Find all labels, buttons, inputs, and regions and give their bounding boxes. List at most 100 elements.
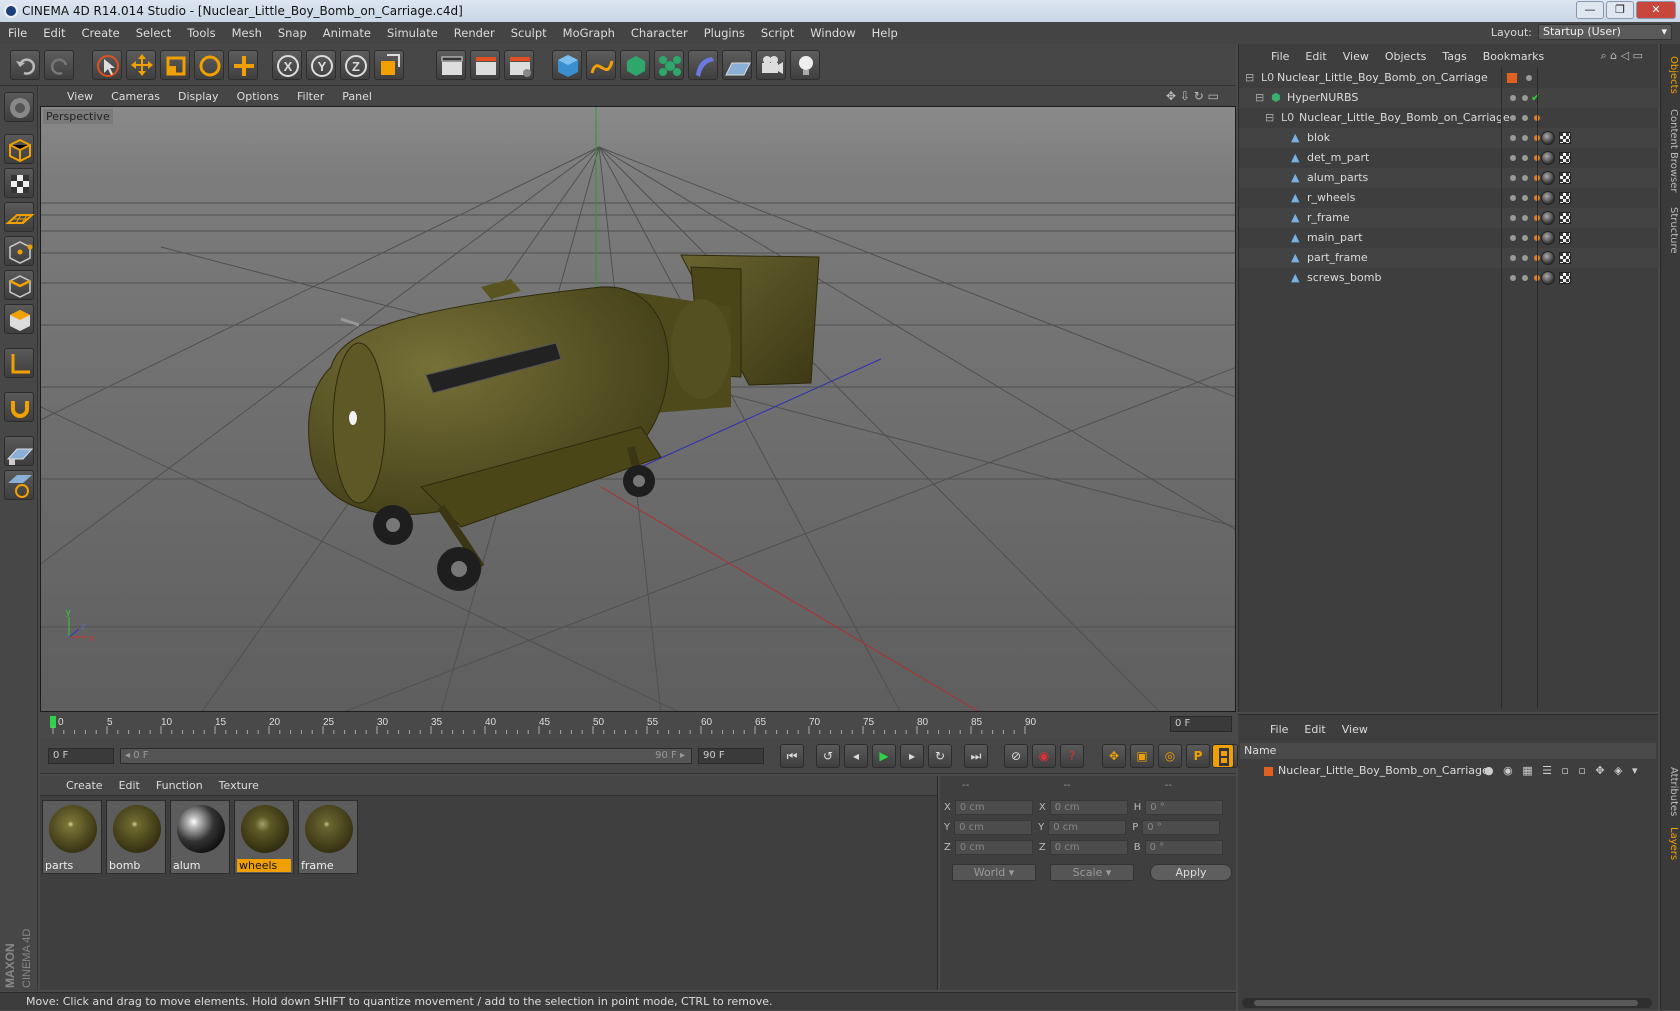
layer-flag-icons[interactable]: ● ◉ ▦ ☰ ▫ ▫ ✥ ◈ ▾ bbox=[1484, 761, 1641, 781]
workplane-mode-button[interactable] bbox=[4, 202, 35, 232]
material-tag-icon[interactable] bbox=[1541, 148, 1571, 168]
timeline-ticks[interactable]: 0 5 10 15 20 25 30 35 40 45 50 55 60 65 70 75 80 85 90 bbox=[40, 714, 1170, 736]
viewport-menu-filter[interactable]: Filter bbox=[288, 90, 333, 103]
key-rotation-button[interactable]: ◎ bbox=[1158, 744, 1182, 768]
object-menu-file[interactable]: File bbox=[1263, 50, 1297, 63]
light-button[interactable] bbox=[790, 50, 820, 80]
workplane-lock-button[interactable] bbox=[4, 470, 34, 500]
render-picture-viewer-button[interactable] bbox=[470, 50, 500, 80]
make-editable-button[interactable] bbox=[4, 92, 34, 122]
timeline-window-button[interactable] bbox=[1212, 744, 1234, 768]
menu-plugins[interactable]: Plugins bbox=[696, 26, 753, 40]
rotation-p-field[interactable]: 0 ° bbox=[1142, 820, 1221, 835]
object-row[interactable]: ▲ det_m_part bbox=[1239, 148, 1659, 168]
frame-range-slider[interactable]: ◂ 0 F 90 F ▸ bbox=[120, 748, 692, 764]
coordinate-space-dropdown[interactable]: World ▾ bbox=[952, 864, 1036, 881]
material-tag-icon[interactable] bbox=[1541, 248, 1571, 268]
viewport-scene[interactable]: y xz bbox=[41, 107, 1236, 712]
snap-grid-button[interactable] bbox=[4, 436, 34, 466]
visibility-dots[interactable] bbox=[1523, 68, 1535, 88]
camera-button[interactable] bbox=[756, 50, 786, 80]
material-swatch-wheels[interactable]: wheels bbox=[234, 800, 294, 874]
record-key-button[interactable]: ⊘ bbox=[1004, 744, 1028, 768]
object-row[interactable]: ▲ blok bbox=[1239, 128, 1659, 148]
size-mode-dropdown[interactable]: Scale ▾ bbox=[1050, 864, 1134, 881]
next-frame-button[interactable]: ▸ bbox=[900, 744, 924, 768]
menu-sculpt[interactable]: Sculpt bbox=[503, 26, 555, 40]
maximize-button[interactable]: ❐ bbox=[1606, 1, 1634, 19]
tree-collapse-icon[interactable]: ⊟ bbox=[1255, 88, 1264, 108]
tab-content-browser[interactable]: Content Browser bbox=[1663, 106, 1679, 196]
next-key-button[interactable]: ↻ bbox=[928, 744, 952, 768]
layer-horizontal-scrollbar[interactable] bbox=[1242, 998, 1652, 1008]
render-view-button[interactable] bbox=[436, 50, 466, 80]
rotation-h-field[interactable]: 0 ° bbox=[1145, 800, 1224, 815]
object-menu-bookmarks[interactable]: Bookmarks bbox=[1475, 50, 1552, 63]
magnet-button[interactable] bbox=[4, 392, 34, 422]
3d-viewport[interactable]: y xz Perspective bbox=[40, 106, 1236, 712]
coordinate-system-button[interactable] bbox=[374, 50, 404, 80]
tab-layers[interactable]: Layers bbox=[1663, 824, 1679, 864]
material-tag-icon[interactable] bbox=[1541, 168, 1571, 188]
viewport-nav-icons[interactable]: ✥ ⇩ ↻ ▭ bbox=[1157, 89, 1228, 103]
material-tag-icon[interactable] bbox=[1541, 188, 1571, 208]
column-divider[interactable] bbox=[1537, 68, 1538, 708]
material-tag-icon[interactable] bbox=[1541, 268, 1571, 288]
tab-structure[interactable]: Structure bbox=[1663, 200, 1679, 260]
array-button[interactable] bbox=[654, 50, 684, 80]
layer-menu-file[interactable]: File bbox=[1262, 723, 1296, 736]
position-x-field[interactable]: 0 cm bbox=[954, 800, 1033, 815]
menu-mesh[interactable]: Mesh bbox=[224, 26, 270, 40]
material-menu-create[interactable]: Create bbox=[58, 779, 111, 792]
visibility-dots[interactable] bbox=[1507, 88, 1531, 108]
object-row[interactable]: ▲ part_frame bbox=[1239, 248, 1659, 268]
material-swatch-frame[interactable]: frame bbox=[298, 800, 358, 874]
object-toolbar-icons[interactable]: ⌕ ⌂ ◁ ▭ bbox=[1593, 49, 1652, 63]
y-axis-lock-button[interactable]: Y bbox=[306, 50, 336, 80]
deformer-button[interactable] bbox=[688, 50, 718, 80]
object-row[interactable]: ▲ main_part bbox=[1239, 228, 1659, 248]
material-swatch-bomb[interactable]: bomb bbox=[106, 800, 166, 874]
go-to-end-button[interactable]: ⏭ bbox=[964, 744, 988, 768]
keyframe-selection-button[interactable]: ? bbox=[1060, 744, 1084, 768]
current-frame-field[interactable]: 0 F bbox=[1170, 716, 1232, 732]
object-row[interactable]: ⊟ L0 Nuclear_Little_Boy_Bomb_on_Carriage bbox=[1239, 108, 1659, 128]
tab-attributes[interactable]: Attributes bbox=[1663, 764, 1679, 820]
material-tag-icon[interactable] bbox=[1541, 228, 1571, 248]
column-divider[interactable] bbox=[1501, 68, 1502, 708]
menu-help[interactable]: Help bbox=[864, 26, 906, 40]
menu-create[interactable]: Create bbox=[74, 26, 128, 40]
menu-animate[interactable]: Animate bbox=[315, 26, 379, 40]
position-y-field[interactable]: 0 cm bbox=[954, 820, 1033, 835]
object-menu-objects[interactable]: Objects bbox=[1377, 50, 1435, 63]
environment-button[interactable] bbox=[722, 50, 752, 80]
x-axis-lock-button[interactable]: X bbox=[272, 50, 302, 80]
menu-tools[interactable]: Tools bbox=[179, 26, 223, 40]
menu-file[interactable]: File bbox=[0, 26, 35, 40]
apply-button[interactable]: Apply bbox=[1150, 864, 1232, 881]
size-z-field[interactable]: 0 cm bbox=[1049, 840, 1128, 855]
cube-primitive-button[interactable] bbox=[552, 50, 582, 80]
menu-simulate[interactable]: Simulate bbox=[379, 26, 446, 40]
start-frame-field[interactable]: 0 F bbox=[48, 748, 114, 764]
object-menu-edit[interactable]: Edit bbox=[1297, 50, 1334, 63]
object-row[interactable]: ⊟ ⬢ HyperNURBS ✔ bbox=[1239, 88, 1659, 108]
tab-objects[interactable]: Objects bbox=[1663, 50, 1679, 100]
nurbs-button[interactable] bbox=[620, 50, 650, 80]
timeline-ruler[interactable]: 0 5 10 15 20 25 30 35 40 45 50 55 60 65 70 75 80 85 90 0 F bbox=[40, 714, 1236, 736]
spline-button[interactable] bbox=[586, 50, 616, 80]
viewport-menu-options[interactable]: Options bbox=[228, 90, 288, 103]
size-x-field[interactable]: 0 cm bbox=[1049, 800, 1128, 815]
key-parameter-button[interactable]: P bbox=[1186, 744, 1210, 768]
rotation-b-field[interactable]: 0 ° bbox=[1144, 840, 1223, 855]
layer-row[interactable]: Nuclear_Little_Boy_Bomb_on_Carriage ● ◉ … bbox=[1238, 761, 1658, 781]
autokey-button[interactable]: ◉ bbox=[1032, 744, 1056, 768]
prev-key-button[interactable]: ↺ bbox=[816, 744, 840, 768]
edges-mode-button[interactable] bbox=[4, 270, 34, 300]
recent-tool-button[interactable] bbox=[228, 50, 258, 80]
position-z-field[interactable]: 0 cm bbox=[954, 840, 1033, 855]
menu-character[interactable]: Character bbox=[623, 26, 696, 40]
object-row[interactable]: ▲ r_frame bbox=[1239, 208, 1659, 228]
menu-window[interactable]: Window bbox=[802, 26, 863, 40]
polygons-mode-button[interactable] bbox=[4, 304, 34, 334]
